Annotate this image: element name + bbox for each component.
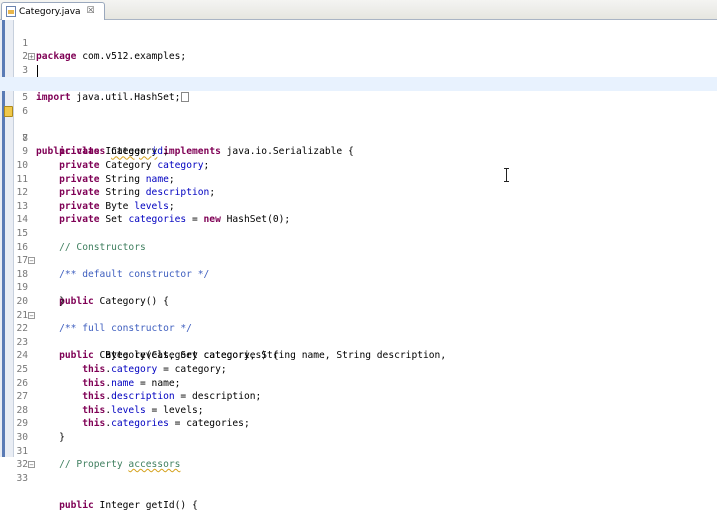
java-file-icon	[6, 6, 16, 17]
code-line-30[interactable]: 30	[0, 417, 717, 443]
code-line-20[interactable]: 20	[0, 281, 717, 307]
code-line-15[interactable]: 15 // Constructors	[0, 213, 717, 253]
code-line-8[interactable]: 8 private Integer id;	[0, 118, 717, 158]
code-line-2[interactable]: 2	[0, 37, 717, 62]
code-line-28[interactable]: 28 this.categories = categories;	[0, 390, 717, 430]
code-line-1[interactable]: 1 package com.v512.examples;	[0, 23, 717, 63]
code-line-17[interactable]: 17 /** default constructor */	[0, 241, 717, 280]
code-line-24[interactable]: 24 this.category = category;	[0, 336, 717, 375]
code-line-5[interactable]: 5	[0, 77, 717, 103]
warning-marker-icon[interactable]	[4, 105, 13, 117]
code-line-31[interactable]: 31 // Property accessors	[0, 431, 717, 471]
code-line-12[interactable]: 12 private Byte levels;	[0, 173, 717, 212]
fold-collapse-icon[interactable]: −	[28, 257, 35, 265]
fold-collapse-icon[interactable]: −	[28, 311, 35, 319]
code-line-23[interactable]: 23 Byte levels, Set categories) {	[0, 322, 717, 362]
code-line-21[interactable]: 21 /** full constructor */	[0, 295, 717, 335]
code-line-7[interactable]: 7 public class Category implements java.…	[0, 105, 717, 157]
code-line-3[interactable]: 3 + import java.util.HashSet;	[0, 50, 717, 103]
code-line-27[interactable]: 27 this.levels = levels;	[0, 377, 717, 416]
code-editor[interactable]: 1 package com.v512.examples; 2 3 + impor…	[0, 20, 717, 511]
code-line-29[interactable]: 29 }	[0, 404, 717, 443]
code-line-13[interactable]: 13 private Set categories = new HashSet(…	[0, 186, 717, 226]
text-cursor-icon	[504, 168, 510, 182]
code-line-11[interactable]: 11 private String description;	[0, 159, 717, 199]
text-caret	[37, 64, 38, 77]
tab-label: Category.java	[19, 6, 81, 17]
line-number: 33	[16, 472, 28, 484]
code-line-22[interactable]: 22 − public Category(Category category, …	[0, 309, 717, 361]
code-line-25[interactable]: 25 this.name = name;	[0, 349, 717, 389]
close-icon[interactable]: ☒	[87, 7, 95, 16]
code-line-4[interactable]: 4	[0, 64, 717, 89]
fold-expand-icon[interactable]: +	[28, 53, 35, 61]
code-line-33[interactable]: 33 − public Integer getId() {	[0, 458, 717, 511]
code-text: public Integer getId() {	[59, 499, 198, 511]
code-line-16[interactable]: 16	[0, 227, 717, 253]
code-line-14[interactable]: 14	[0, 200, 717, 225]
code-line-9[interactable]: 9 private Category category;	[0, 132, 717, 171]
editor-tab-category-java[interactable]: Category.java ☒	[1, 2, 105, 20]
code-line-26[interactable]: 26 this.description = description;	[0, 363, 717, 403]
code-line-18[interactable]: 18 − public Category() {	[0, 254, 717, 307]
code-line-32[interactable]: 32	[0, 445, 717, 470]
code-line-6[interactable]: 6	[0, 91, 717, 117]
code-line-10[interactable]: 10 private String name;	[0, 145, 717, 185]
editor-tab-bar: Category.java ☒	[0, 0, 717, 20]
code-line-19[interactable]: 19 }	[0, 268, 717, 307]
fold-collapse-icon[interactable]: −	[28, 461, 35, 469]
